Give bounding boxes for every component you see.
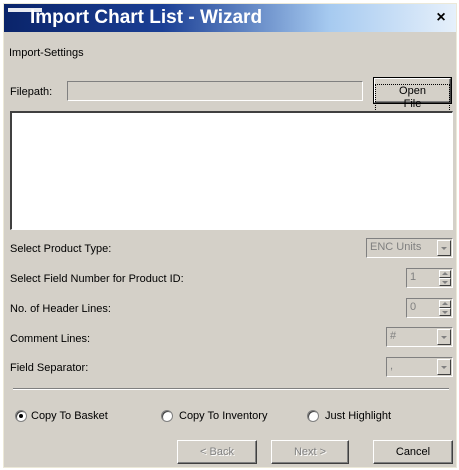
- close-button[interactable]: ×: [430, 7, 452, 28]
- file-preview-listbox[interactable]: [10, 111, 453, 230]
- header-lines-label: No. of Header Lines:: [10, 303, 111, 315]
- copy-to-inventory-radio[interactable]: [161, 410, 173, 422]
- copy-to-inventory-label[interactable]: Copy To Inventory: [179, 410, 267, 423]
- back-button[interactable]: < Back: [177, 440, 257, 464]
- field-separator-select[interactable]: ,: [386, 357, 453, 377]
- field-number-label: Select Field Number for Product ID:: [10, 273, 184, 285]
- just-highlight-radio[interactable]: [307, 410, 319, 422]
- window-title: Import Chart List - Wizard: [30, 7, 263, 28]
- cancel-button[interactable]: Cancel: [373, 440, 453, 464]
- product-type-label: Select Product Type:: [10, 243, 112, 255]
- comment-lines-label: Comment Lines:: [10, 333, 91, 345]
- product-type-value: ENC Units: [370, 241, 422, 253]
- field-number-spin-down-icon[interactable]: [439, 278, 451, 286]
- comment-lines-select[interactable]: #: [386, 327, 453, 347]
- open-file-button-label: Open File: [375, 84, 450, 112]
- divider: [13, 388, 449, 390]
- next-button[interactable]: Next >: [271, 440, 349, 464]
- copy-to-basket-radio[interactable]: [15, 410, 27, 422]
- product-type-dropdown-arrow-icon[interactable]: [437, 240, 451, 256]
- just-highlight-label[interactable]: Just Highlight: [325, 410, 391, 423]
- field-separator-label: Field Separator:: [10, 362, 89, 374]
- header-lines-stepper[interactable]: 0: [406, 298, 453, 318]
- comment-lines-value: #: [390, 330, 397, 342]
- field-number-spin-up-icon[interactable]: [439, 270, 451, 278]
- comment-lines-dropdown-arrow-icon[interactable]: [437, 329, 451, 345]
- field-separator-dropdown-arrow-icon[interactable]: [437, 359, 451, 375]
- header-lines-spin-down-icon[interactable]: [439, 308, 451, 316]
- title-bar[interactable]: Import Chart List - Wizard ×: [4, 4, 456, 32]
- field-number-value: 1: [410, 271, 417, 283]
- import-settings-label: Import-Settings: [9, 47, 84, 59]
- field-separator-value: ,: [390, 360, 394, 372]
- header-lines-value: 0: [410, 301, 417, 313]
- open-file-button[interactable]: Open File: [373, 77, 452, 112]
- filepath-label: Filepath:: [10, 86, 53, 98]
- filepath-input[interactable]: [67, 81, 363, 101]
- header-lines-spin-up-icon[interactable]: [439, 300, 451, 308]
- wizard-window: Import Chart List - Wizard × Import-Sett…: [3, 3, 457, 468]
- copy-to-basket-label[interactable]: Copy To Basket: [31, 410, 108, 423]
- product-type-select[interactable]: ENC Units: [366, 238, 453, 258]
- field-number-stepper[interactable]: 1: [406, 268, 453, 288]
